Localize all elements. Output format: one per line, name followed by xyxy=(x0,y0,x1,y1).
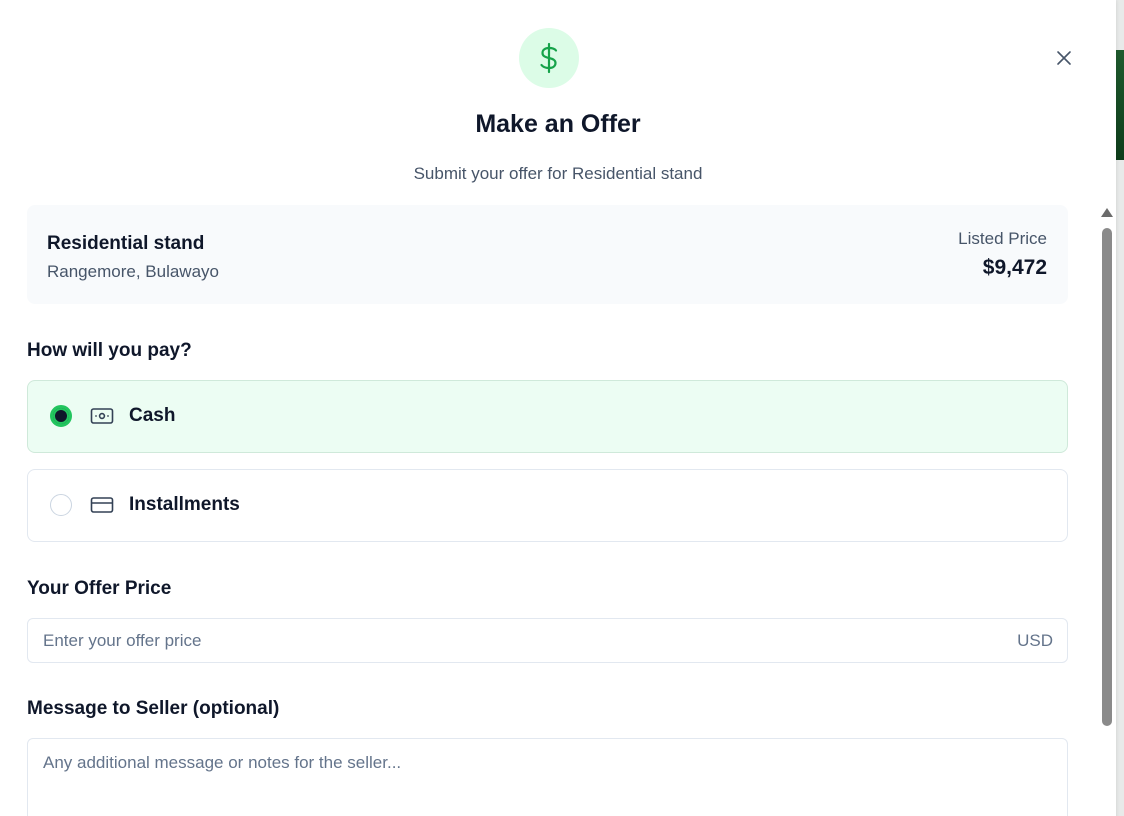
page-backdrop: Make an Offer Submit your offer for Resi… xyxy=(0,0,1124,816)
installments-label: Installments xyxy=(129,494,240,515)
close-icon xyxy=(1057,51,1071,65)
cash-label: Cash xyxy=(129,405,176,426)
message-textarea[interactable] xyxy=(27,738,1068,816)
property-location: Rangemore, Bulawayo xyxy=(47,262,219,281)
payment-method-label: How will you pay? xyxy=(27,340,192,361)
dollar-badge xyxy=(519,28,579,88)
scroll-up-arrow-icon[interactable] xyxy=(1101,208,1113,217)
listed-price-label: Listed Price xyxy=(958,229,1047,248)
property-name: Residential stand xyxy=(47,233,205,254)
dialog-subtitle: Submit your offer for Residential stand xyxy=(413,164,703,183)
scrollbar-thumb[interactable] xyxy=(1102,228,1112,726)
offer-price-input[interactable] xyxy=(28,619,988,662)
cash-icon xyxy=(90,406,114,426)
close-button[interactable] xyxy=(1052,46,1076,70)
dialog-scrollbar[interactable] xyxy=(1099,208,1115,816)
cash-radio[interactable] xyxy=(50,405,72,427)
message-label: Message to Seller (optional) xyxy=(27,698,280,719)
installments-radio[interactable] xyxy=(50,494,72,516)
listed-price-value: $9,472 xyxy=(982,256,1047,279)
currency-suffix: USD xyxy=(1017,631,1053,650)
offer-price-field: USD xyxy=(27,618,1068,663)
property-summary-card: Residential stand Rangemore, Bulawayo Li… xyxy=(27,205,1068,304)
offer-dialog: Make an Offer Submit your offer for Resi… xyxy=(0,0,1116,816)
credit-card-icon xyxy=(90,495,114,515)
backdrop-image-edge xyxy=(1116,50,1124,160)
dollar-icon xyxy=(540,42,558,74)
dialog-title: Make an Offer xyxy=(475,110,641,138)
offer-price-label: Your Offer Price xyxy=(27,578,172,599)
payment-option-cash[interactable]: Cash xyxy=(27,380,1068,453)
payment-option-installments[interactable]: Installments xyxy=(27,469,1068,542)
